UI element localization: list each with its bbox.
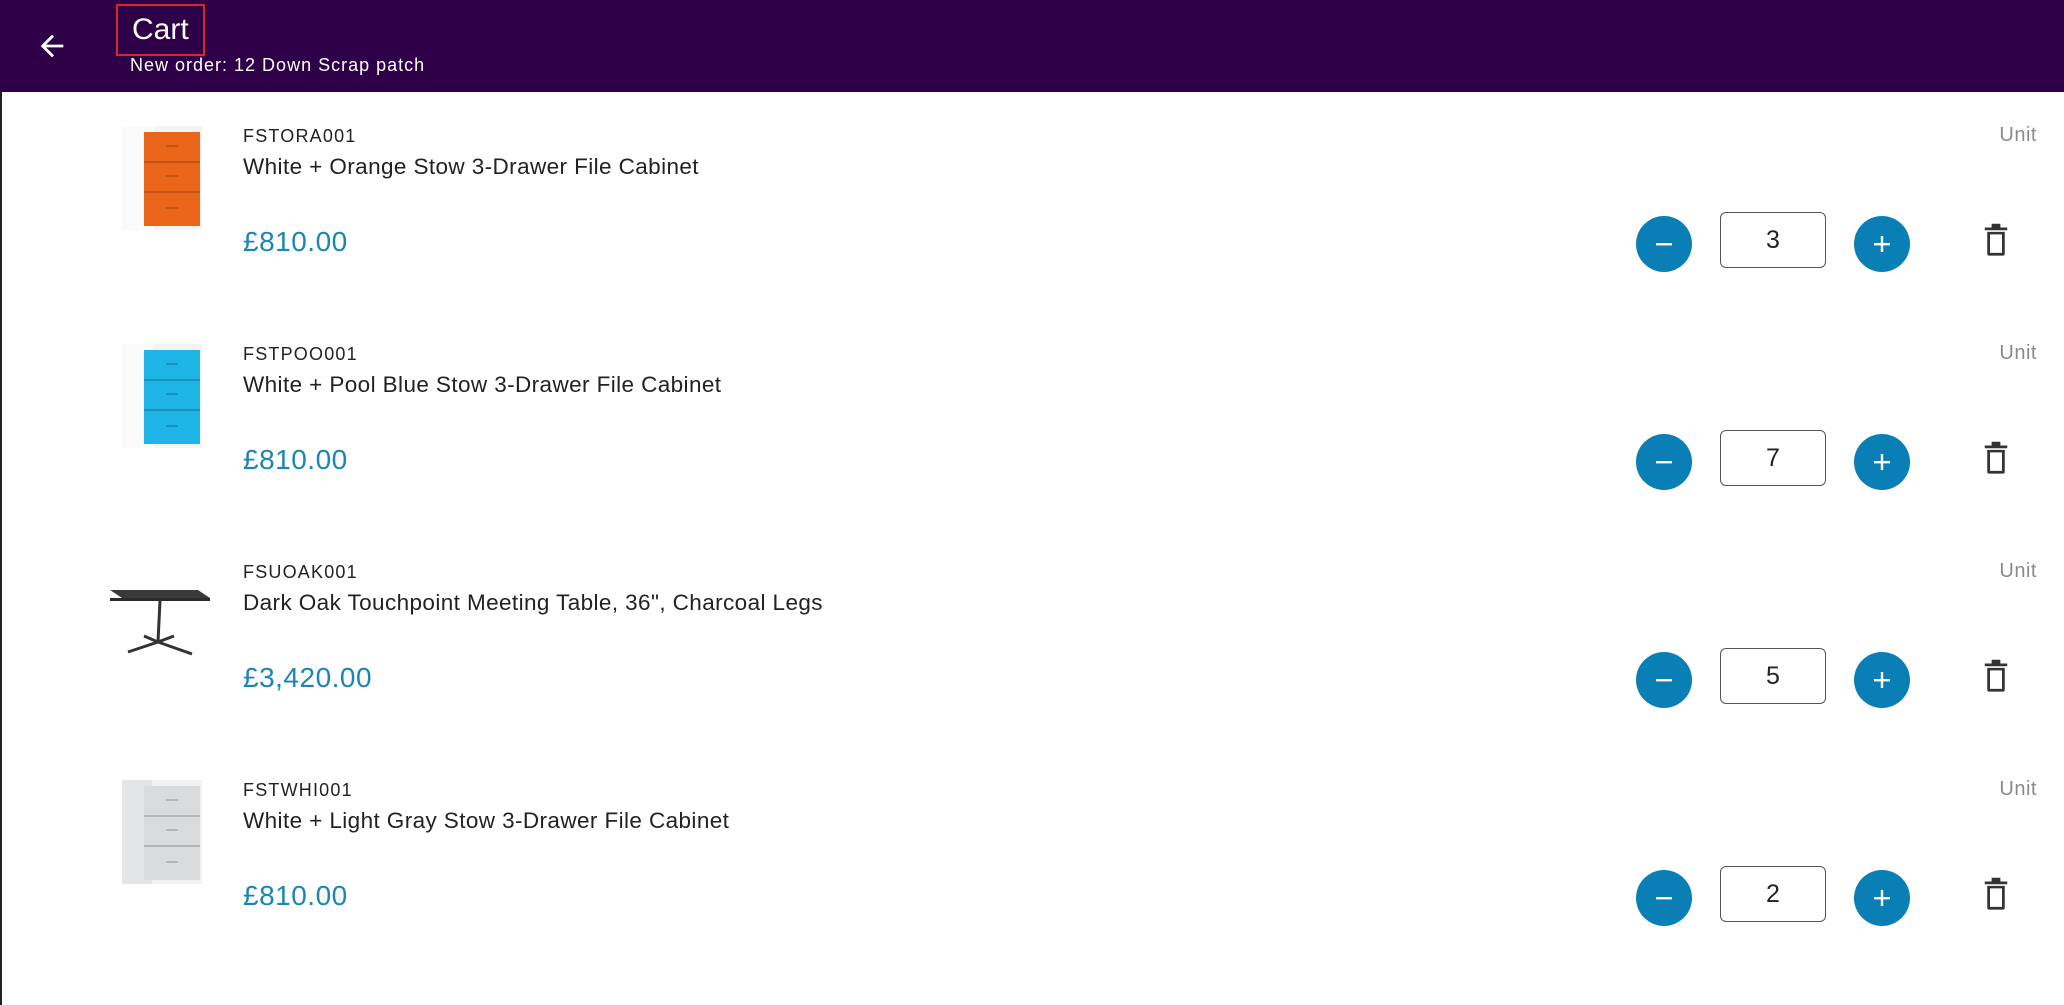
- item-name: White + Light Gray Stow 3-Drawer File Ca…: [243, 808, 730, 833]
- cart-list: FSTORA001 White + Orange Stow 3-Drawer F…: [0, 92, 2064, 964]
- trash-icon: [1984, 223, 2008, 256]
- item-name: Dark Oak Touchpoint Meeting Table, 36", …: [243, 590, 823, 615]
- orange-file-cabinet-image: [122, 126, 202, 230]
- cart-item: FSTORA001 White + Orange Stow 3-Drawer F…: [0, 92, 2064, 310]
- app-bar: Cart New order: 12 Down Scrap patch: [0, 0, 2064, 92]
- increase-quantity-button[interactable]: [1854, 434, 1910, 490]
- delete-item-button[interactable]: [1978, 436, 2014, 480]
- quantity-input[interactable]: 3: [1720, 212, 1826, 268]
- minus-icon: [1656, 897, 1672, 900]
- decrease-quantity-button[interactable]: [1636, 216, 1692, 272]
- item-name: White + Orange Stow 3-Drawer File Cabine…: [243, 154, 699, 179]
- item-sku: FSTORA001: [243, 126, 357, 146]
- quantity-input[interactable]: 7: [1720, 430, 1826, 486]
- item-name: White + Pool Blue Stow 3-Drawer File Cab…: [243, 372, 722, 397]
- item-price: £810.00: [243, 444, 348, 475]
- item-unit: Unit: [1999, 342, 2037, 364]
- increase-quantity-button[interactable]: [1854, 870, 1910, 926]
- item-unit: Unit: [1999, 560, 2037, 582]
- item-sku: FSTWHI001: [243, 780, 353, 800]
- increase-quantity-button[interactable]: [1854, 652, 1910, 708]
- trash-icon: [1984, 659, 2008, 692]
- delete-item-button[interactable]: [1978, 218, 2014, 262]
- blue-file-cabinet-image: [122, 344, 202, 448]
- trash-icon: [1984, 877, 2008, 910]
- back-button[interactable]: [28, 22, 76, 70]
- trash-icon: [1984, 441, 2008, 474]
- minus-icon: [1656, 461, 1672, 464]
- item-sku: FSUOAK001: [243, 562, 358, 582]
- plus-icon: [1874, 672, 1890, 688]
- gray-file-cabinet-image: [122, 780, 202, 884]
- item-price: £810.00: [243, 880, 348, 911]
- meeting-table-image: [110, 590, 210, 656]
- plus-icon: [1874, 454, 1890, 470]
- decrease-quantity-button[interactable]: [1636, 434, 1692, 490]
- minus-icon: [1656, 243, 1672, 246]
- delete-item-button[interactable]: [1978, 872, 2014, 916]
- arrow-left-icon: [40, 34, 64, 58]
- quantity-input[interactable]: 5: [1720, 648, 1826, 704]
- cart-item: FSTWHI001 White + Light Gray Stow 3-Draw…: [0, 746, 2064, 964]
- cart-item: FSUOAK001 Dark Oak Touchpoint Meeting Ta…: [0, 528, 2064, 746]
- plus-icon: [1874, 236, 1890, 252]
- page-title: Cart: [116, 4, 205, 56]
- item-unit: Unit: [1999, 778, 2037, 800]
- item-price: £810.00: [243, 226, 348, 257]
- plus-icon: [1874, 890, 1890, 906]
- delete-item-button[interactable]: [1978, 654, 2014, 698]
- cart-item: FSTPOO001 White + Pool Blue Stow 3-Drawe…: [0, 310, 2064, 528]
- decrease-quantity-button[interactable]: [1636, 652, 1692, 708]
- item-unit: Unit: [1999, 124, 2037, 146]
- increase-quantity-button[interactable]: [1854, 216, 1910, 272]
- decrease-quantity-button[interactable]: [1636, 870, 1692, 926]
- quantity-input[interactable]: 2: [1720, 866, 1826, 922]
- minus-icon: [1656, 679, 1672, 682]
- item-price: £3,420.00: [243, 662, 373, 693]
- order-subtitle: New order: 12 Down Scrap patch: [130, 55, 426, 75]
- item-sku: FSTPOO001: [243, 344, 358, 364]
